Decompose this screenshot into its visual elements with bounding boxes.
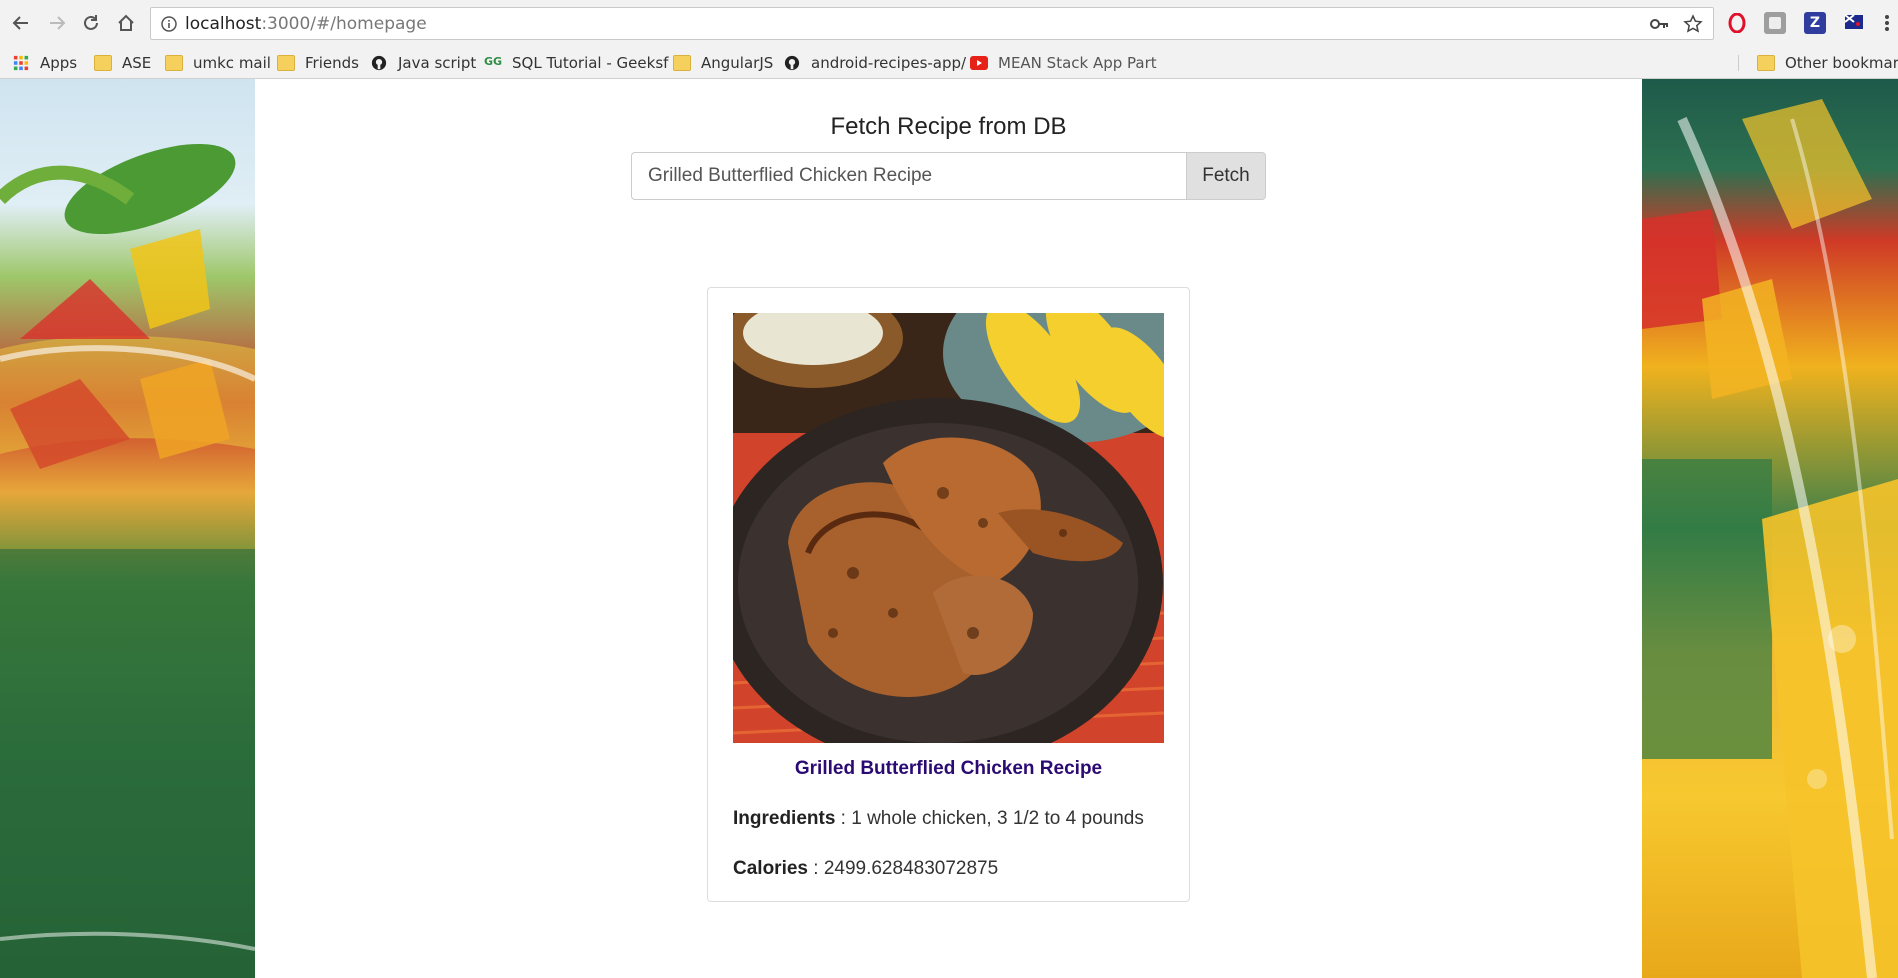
folder-icon bbox=[1757, 55, 1775, 71]
bookmark-label: android-recipes-app/ bbox=[811, 54, 967, 72]
url-host: localhost bbox=[185, 14, 262, 34]
bookmark-label: Java script bbox=[398, 54, 477, 72]
forward-button[interactable] bbox=[44, 10, 70, 36]
bookmark-ase[interactable]: ASE bbox=[94, 47, 151, 79]
back-arrow-icon bbox=[12, 16, 28, 30]
address-bar[interactable]: localhost:3000/#/homepage bbox=[150, 7, 1714, 40]
recipe-search-input[interactable] bbox=[631, 152, 1186, 200]
bookmark-friends[interactable]: Friends bbox=[277, 47, 359, 79]
info-icon[interactable] bbox=[161, 16, 177, 32]
back-button[interactable] bbox=[8, 10, 34, 36]
bookmark-label: AngularJS bbox=[701, 54, 774, 72]
recipe-search-group: Fetch bbox=[631, 152, 1266, 200]
calories-value: : 2499.628483072875 bbox=[807, 858, 999, 879]
key-icon[interactable] bbox=[1649, 15, 1669, 33]
background-salad-image-left bbox=[0, 79, 255, 978]
geeksforgeeks-icon: GG bbox=[484, 55, 503, 68]
recipe-name-link[interactable]: Grilled Butterflied Chicken Recipe bbox=[708, 758, 1189, 780]
recipe-calories: Calories : 2499.628483072875 bbox=[733, 858, 998, 880]
extension-gray-icon[interactable] bbox=[1764, 12, 1786, 34]
home-icon bbox=[118, 14, 134, 31]
url-text: localhost:3000/#/homepage bbox=[185, 14, 427, 34]
zotero-extension-icon[interactable]: Z bbox=[1804, 12, 1826, 34]
reload-icon bbox=[84, 15, 98, 30]
main-content-panel: Fetch Recipe from DB Fetch bbox=[255, 79, 1642, 978]
bookmark-android-recipes-app[interactable]: android-recipes-app/ bbox=[783, 47, 966, 79]
page-viewport: Fetch Recipe from DB Fetch bbox=[0, 79, 1898, 978]
bookmark-sql-tutorial[interactable]: GG SQL Tutorial - Geeksf bbox=[484, 47, 668, 79]
calories-label: Calories bbox=[733, 858, 808, 879]
forward-arrow-icon bbox=[50, 16, 66, 30]
reload-button[interactable] bbox=[78, 10, 104, 36]
recipe-image bbox=[733, 313, 1164, 743]
bookmark-label: Other bookmarks bbox=[1785, 54, 1898, 72]
page-title: Fetch Recipe from DB bbox=[830, 113, 1067, 140]
ingredients-label: Ingredients bbox=[733, 808, 836, 829]
github-icon bbox=[784, 55, 800, 71]
folder-icon bbox=[673, 55, 691, 71]
bookmark-star-icon[interactable] bbox=[1683, 14, 1703, 34]
bookmark-apps[interactable]: Apps bbox=[12, 47, 77, 79]
bookmark-java-script[interactable]: Java script bbox=[370, 47, 476, 79]
menu-icon[interactable] bbox=[1880, 12, 1894, 34]
home-button[interactable] bbox=[113, 10, 139, 36]
folder-icon bbox=[94, 55, 112, 71]
bookmark-angularjs[interactable]: AngularJS bbox=[673, 47, 773, 79]
bookmark-other-bookmarks[interactable]: Other bookmarks bbox=[1757, 47, 1898, 79]
bookmark-label: SQL Tutorial - Geeksf bbox=[512, 54, 669, 72]
youtube-icon bbox=[970, 56, 988, 70]
bookmarks-divider bbox=[1738, 55, 1739, 71]
browser-toolbar: localhost:3000/#/homepage Z bbox=[0, 0, 1898, 47]
apps-grid-icon bbox=[13, 55, 29, 71]
bookmark-label: Apps bbox=[40, 54, 78, 72]
folder-icon bbox=[165, 55, 183, 71]
bookmarks-bar: Apps ASE umkc mail Friends Java script G… bbox=[0, 47, 1898, 79]
recipe-ingredients: Ingredients : 1 whole chicken, 3 1/2 to … bbox=[733, 808, 1144, 830]
bookmark-label: MEAN Stack App Part bbox=[998, 54, 1157, 72]
background-salad-image-right bbox=[1642, 79, 1898, 978]
folder-icon bbox=[277, 55, 295, 71]
bookmark-label: ASE bbox=[122, 54, 152, 72]
bookmark-mean-stack[interactable]: MEAN Stack App Part bbox=[970, 47, 1157, 79]
ingredients-value: : 1 whole chicken, 3 1/2 to 4 pounds bbox=[835, 808, 1144, 829]
flag-extension-icon[interactable] bbox=[1843, 12, 1865, 34]
opera-extension-icon[interactable] bbox=[1726, 12, 1748, 34]
github-icon bbox=[371, 55, 387, 71]
bookmark-umkc-mail[interactable]: umkc mail bbox=[165, 47, 271, 79]
bookmark-label: Friends bbox=[305, 54, 359, 72]
recipe-card: Grilled Butterflied Chicken Recipe Ingre… bbox=[707, 287, 1190, 902]
fetch-button[interactable]: Fetch bbox=[1186, 152, 1266, 200]
bookmark-label: umkc mail bbox=[193, 54, 271, 72]
grilled-chicken-photo bbox=[733, 313, 1164, 743]
url-path: :3000/#/homepage bbox=[261, 14, 427, 34]
